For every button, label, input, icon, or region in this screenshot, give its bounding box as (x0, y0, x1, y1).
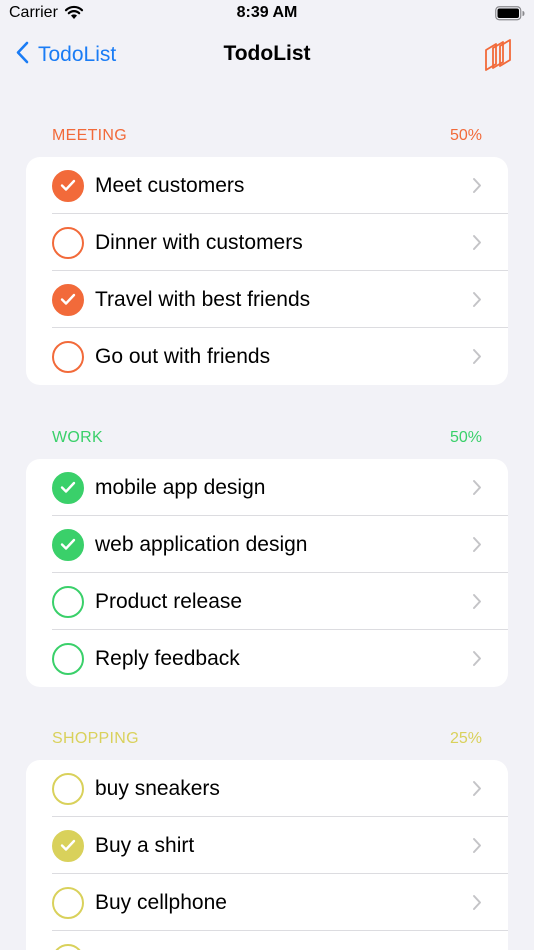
task-row[interactable]: Go out with friends (26, 328, 508, 385)
unchecked-circle-icon[interactable] (52, 886, 84, 919)
task-label: Meet customers (95, 173, 245, 197)
task-label: web application design (95, 532, 308, 556)
section-meeting: MEETING 50% Meet customers Dinner with cust… (26, 127, 508, 385)
checked-circle-icon[interactable] (52, 471, 84, 504)
task-row[interactable]: Reply feedback (26, 630, 508, 687)
unchecked-circle-icon[interactable] (52, 943, 84, 950)
section-shopping: SHOPPING 25% buy sneakers Buy a shirt Buy ce… (26, 730, 508, 950)
task-label: Go out with friends (95, 344, 271, 368)
chevron-right-icon (472, 837, 482, 859)
task-row[interactable]: Travel with best friends (26, 271, 508, 328)
checked-circle-icon[interactable] (52, 528, 84, 561)
task-row[interactable]: Dinner with customers (26, 214, 508, 271)
back-button[interactable]: TodoList (16, 40, 116, 70)
checked-circle-icon[interactable] (52, 283, 84, 316)
chevron-left-icon (16, 41, 29, 69)
task-row[interactable]: Meet customers (26, 157, 508, 214)
section-percent: 50% (449, 429, 482, 446)
chevron-right-icon (472, 536, 482, 558)
task-row[interactable]: mobile app design (26, 459, 508, 516)
stack-button[interactable] (482, 38, 516, 72)
unchecked-circle-icon[interactable] (52, 772, 84, 805)
chevron-right-icon (472, 348, 482, 370)
unchecked-circle-icon[interactable] (52, 642, 84, 675)
task-label: Buy a shirt (95, 833, 195, 857)
section-title: SHOPPING (52, 730, 139, 747)
task-label: Reply feedback (95, 646, 240, 670)
task-row[interactable]: Buy a shirt (26, 817, 508, 874)
task-label: Buy cellphone (95, 890, 227, 914)
task-label: buy sneakers (95, 776, 220, 800)
task-list-card: mobile app design web application design P… (26, 459, 508, 687)
section-percent: 25% (449, 730, 482, 747)
task-row[interactable]: web application design (26, 516, 508, 573)
task-list-card: Meet customers Dinner with customers Trave… (26, 157, 508, 385)
navigation-bar: TodoList TodoList (0, 30, 534, 82)
unchecked-circle-icon[interactable] (52, 226, 84, 259)
clock-time: 8:39 AM (236, 4, 298, 21)
status-bar: Carrier 8:39 AM (0, 0, 534, 30)
section-header: WORK 50% (26, 429, 508, 459)
chevron-right-icon (472, 780, 482, 802)
chevron-right-icon (472, 234, 482, 256)
section-title: MEETING (52, 127, 127, 144)
task-row[interactable]: buy sneakers (26, 760, 508, 817)
chevron-right-icon (472, 894, 482, 916)
task-row[interactable] (26, 931, 508, 950)
chevron-right-icon (472, 291, 482, 313)
task-list-card: buy sneakers Buy a shirt Buy cellphone (26, 760, 508, 950)
chevron-right-icon (472, 650, 482, 672)
section-header: MEETING 50% (26, 127, 508, 157)
unchecked-circle-icon[interactable] (52, 340, 84, 373)
unchecked-circle-icon[interactable] (52, 585, 84, 618)
section-work: WORK 50% mobile app design web application … (26, 429, 508, 687)
task-row[interactable]: Buy cellphone (26, 874, 508, 931)
chevron-right-icon (472, 177, 482, 199)
section-header: SHOPPING 25% (26, 730, 508, 760)
app-screen: Carrier 8:39 AM TodoList TodoList MEETIN… (0, 0, 534, 950)
task-label: Travel with best friends (95, 287, 311, 311)
back-button-label: TodoList (38, 43, 117, 66)
task-label: Dinner with customers (95, 230, 303, 254)
task-label: mobile app design (95, 475, 266, 499)
task-label: Product release (95, 589, 243, 613)
section-title: WORK (52, 429, 103, 446)
section-percent: 50% (449, 127, 482, 144)
stacked-cards-icon (485, 39, 511, 71)
task-row[interactable]: Product release (26, 573, 508, 630)
chevron-right-icon (472, 479, 482, 501)
checked-circle-icon[interactable] (52, 169, 84, 202)
checked-circle-icon[interactable] (52, 829, 84, 862)
chevron-right-icon (472, 593, 482, 615)
battery-icon (495, 6, 525, 26)
